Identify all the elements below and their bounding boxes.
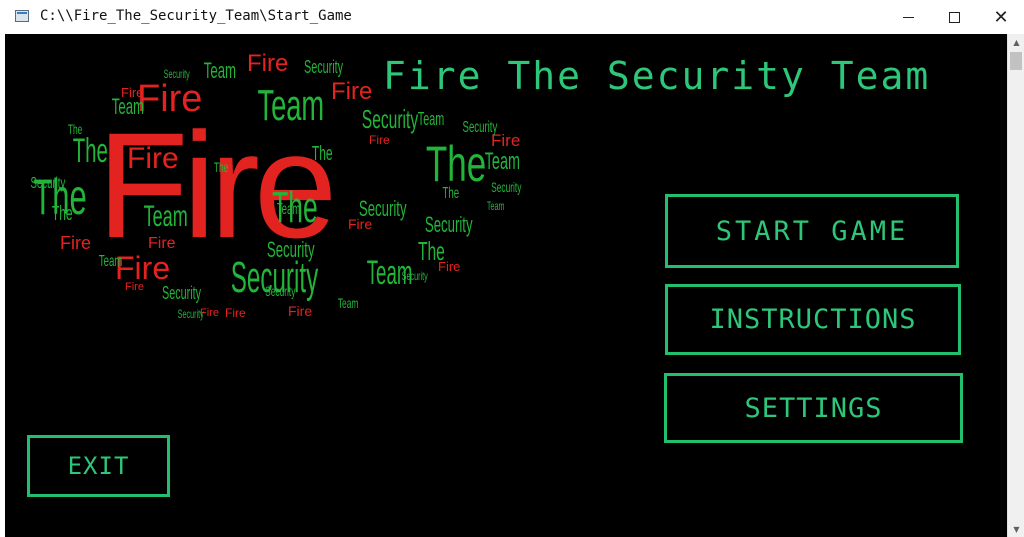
settings-button[interactable]: SETTINGS [664, 373, 963, 443]
logo-word: Security [265, 283, 296, 299]
logo-word: Team [484, 148, 520, 175]
app-icon [15, 10, 29, 22]
logo-word: Security [266, 237, 315, 262]
exit-button[interactable]: EXIT [27, 435, 170, 497]
logo-word: Team [486, 199, 505, 213]
logo-word: Security [462, 119, 498, 136]
logo-word: Security [162, 283, 202, 303]
game-title: Fire The Security Team [383, 54, 931, 98]
logo-word: Fire [127, 142, 179, 175]
logo-word: Team [143, 200, 188, 233]
minimize-button[interactable] [885, 0, 931, 34]
logo-word: The [51, 203, 73, 225]
logo-word: Security [361, 104, 419, 134]
window-title: C:\\Fire_The_Security_Team\Start_Game [40, 8, 352, 24]
logo-word: Fire [247, 50, 289, 77]
logo-word: Fire [60, 233, 91, 253]
logo-word: Team [203, 58, 237, 83]
logo-word: Fire [288, 303, 313, 319]
instructions-button[interactable]: INSTRUCTIONS [665, 284, 961, 355]
logo-word: Security [304, 57, 344, 77]
close-icon: ✕ [993, 6, 1009, 28]
scrollbar-thumb[interactable] [1010, 52, 1022, 70]
logo-word: Team [111, 94, 145, 119]
logo-word: Team [98, 253, 123, 270]
logo-word: Team [257, 81, 325, 130]
scroll-up-arrow-icon[interactable]: ▲ [1008, 34, 1024, 50]
logo-word: The [417, 236, 445, 266]
logo-word: The [72, 132, 108, 170]
logo-word: Fire [225, 306, 246, 320]
logo-word: Security [358, 196, 407, 221]
logo-word: Fire [115, 250, 171, 286]
logo-word: Security [30, 175, 66, 192]
logo-word: Security [424, 212, 473, 237]
logo-word: Fire [125, 281, 144, 293]
window-titlebar: C:\\Fire_The_Security_Team\Start_Game ✕ [0, 0, 1024, 34]
logo-word: Security [491, 179, 522, 195]
start-game-button[interactable]: START GAME [665, 194, 959, 268]
logo-word: The [213, 159, 229, 175]
logo-word: Fire [148, 235, 176, 252]
logo-word: The [442, 185, 460, 202]
logo-word: Security [163, 67, 190, 81]
maximize-button[interactable] [931, 0, 977, 34]
game-canvas: Fire Fire Fire Fire Fire Fire Fire Fire … [5, 34, 1007, 537]
logo-word: Team [337, 295, 359, 311]
logo-word: The [311, 143, 333, 165]
logo-word: Fire [137, 78, 203, 120]
logo-word: Security [177, 307, 204, 321]
scroll-down-arrow-icon[interactable]: ▼ [1008, 521, 1024, 537]
close-button[interactable]: ✕ [978, 0, 1024, 34]
minimize-icon [902, 16, 914, 18]
logo-word: Security [401, 269, 428, 283]
maximize-icon [948, 11, 960, 23]
logo-word: Fire [331, 78, 373, 105]
logo-word: Fire [369, 133, 390, 147]
logo-word: The [425, 136, 487, 192]
vertical-scrollbar[interactable]: ▲ ▼ [1007, 34, 1024, 537]
logo-word: The [67, 121, 83, 137]
logo-word: Team [417, 109, 445, 129]
logo-word: Team [276, 201, 301, 218]
